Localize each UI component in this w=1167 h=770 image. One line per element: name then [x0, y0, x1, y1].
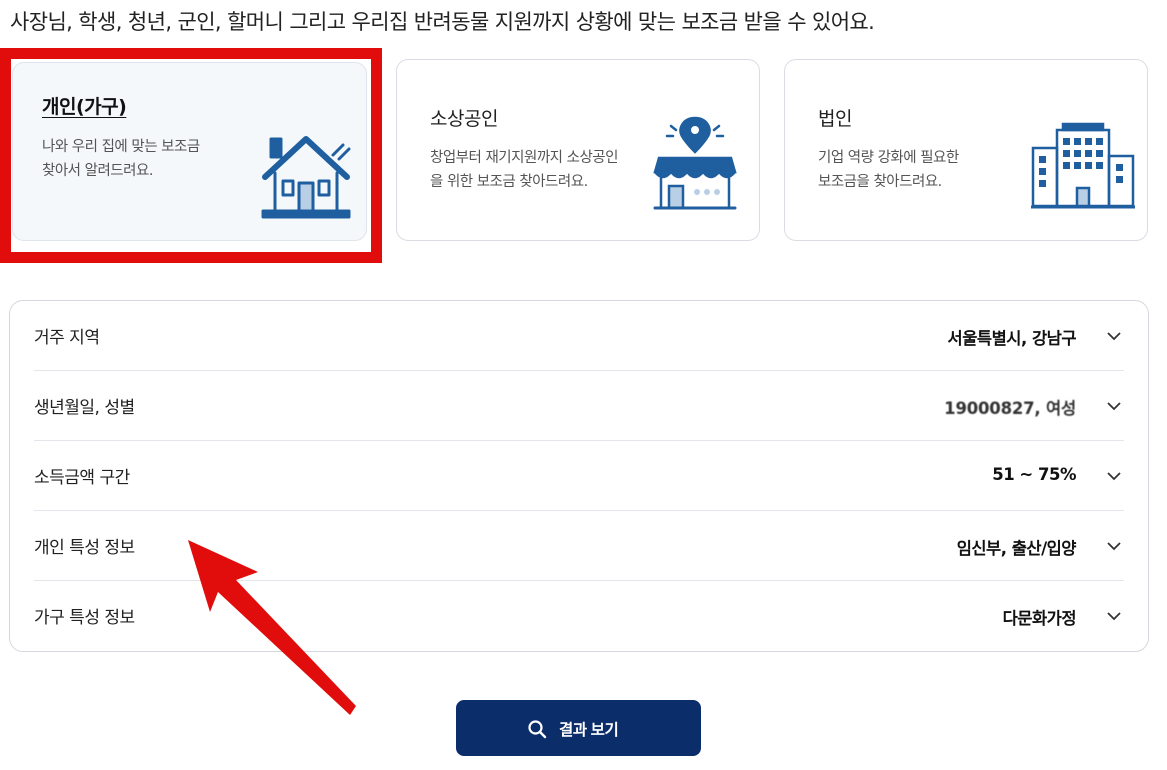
search-icon: [528, 720, 547, 739]
result-button-label: 결과 보기: [559, 722, 619, 739]
filter-label: 소득금액 구간: [34, 468, 130, 488]
card-title: 소상공인: [430, 108, 498, 130]
filter-label: 거주 지역: [34, 328, 100, 348]
card-description: 기업 역량 강화에 필요한 보조금을 찾아드려요.: [818, 150, 959, 190]
filter-row-personal-traits[interactable]: 개인 특성 정보 임신부, 출산/입양: [34, 511, 1124, 581]
filter-row-household-traits[interactable]: 가구 특성 정보 다문화가정: [34, 581, 1124, 651]
filter-value: 서울특별시, 강남구: [947, 329, 1077, 348]
category-card-corporation[interactable]: 법인 기업 역량 강화에 필요한 보조금을 찾아드려요.: [784, 59, 1148, 241]
card-title: 법인: [818, 108, 852, 130]
chevron-down-icon: [1107, 542, 1121, 551]
filter-row-income[interactable]: 소득금액 구간 51 ~ 75%: [34, 441, 1124, 511]
filter-row-birthdate-gender[interactable]: 생년월일, 성별 19000827, 여성: [34, 371, 1124, 441]
house-icon: [261, 136, 351, 219]
building-icon: [1031, 122, 1135, 209]
filter-panel: 거주 지역 서울특별시, 강남구 생년월일, 성별 19000827, 여성 소…: [9, 300, 1149, 652]
filter-label: 개인 특성 정보: [34, 538, 135, 558]
filter-value: 51 ~ 75%: [992, 465, 1076, 484]
headline: 사장님, 학생, 청년, 군인, 할머니 그리고 우리집 반려동물 지원까지 상…: [10, 10, 875, 34]
chevron-down-icon: [1107, 402, 1121, 411]
result-button[interactable]: 결과 보기: [456, 700, 701, 756]
filter-value: 다문화가정: [1002, 609, 1077, 628]
card-title: 개인(가구): [42, 96, 127, 118]
filter-label: 생년월일, 성별: [34, 398, 135, 418]
chevron-down-icon: [1107, 332, 1121, 341]
category-cards: 개인(가구) 나와 우리 집에 맞는 보조금 찾아서 알려드려요. 소상공인 창…: [0, 48, 1167, 263]
chevron-down-icon: [1107, 472, 1121, 481]
filter-value: 임신부, 출산/입양: [956, 539, 1077, 558]
card-description: 나와 우리 집에 맞는 보조금 찾아서 알려드려요.: [42, 139, 200, 179]
chevron-down-icon: [1107, 612, 1121, 621]
card-description: 창업부터 재기지원까지 소상공인 을 위한 보조금 찾아드려요.: [430, 150, 618, 190]
filter-label: 가구 특성 정보: [34, 608, 135, 628]
category-card-individual[interactable]: 개인(가구) 나와 우리 집에 맞는 보조금 찾아서 알려드려요.: [12, 62, 367, 241]
filter-row-region[interactable]: 거주 지역 서울특별시, 강남구: [34, 301, 1124, 371]
category-card-small-business[interactable]: 소상공인 창업부터 재기지원까지 소상공인 을 위한 보조금 찾아드려요.: [396, 59, 760, 241]
filter-value: 19000827, 여성: [944, 399, 1076, 418]
store-icon: [653, 116, 737, 210]
